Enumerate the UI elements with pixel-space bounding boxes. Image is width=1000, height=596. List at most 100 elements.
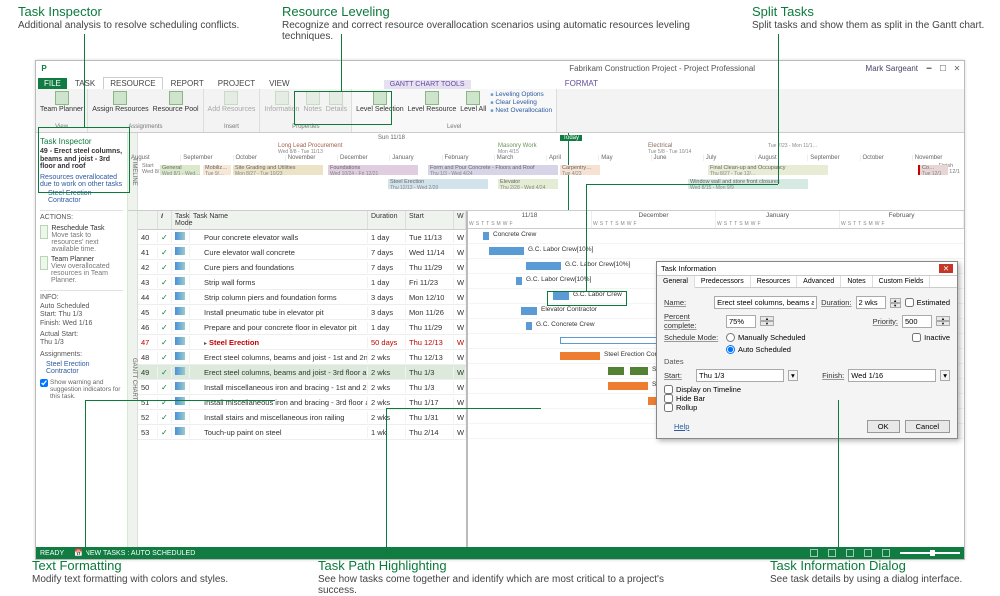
view-calendar-button[interactable] [864, 549, 872, 557]
dialog-tab-general[interactable]: General [657, 276, 695, 288]
level-resource-button[interactable]: Level Resource [408, 91, 457, 114]
col-duration[interactable]: Duration [368, 211, 406, 229]
table-row[interactable]: 41✓Cure elevator wall concrete7 daysWed … [138, 245, 466, 260]
task-grid[interactable]: 𝒊 Task Mode Task Name Duration Start W 4… [138, 211, 468, 547]
dialog-tab-custom-fields[interactable]: Custom Fields [873, 276, 931, 287]
view-network-button[interactable] [846, 549, 854, 557]
duration-input[interactable] [856, 296, 886, 309]
estimated-checkbox[interactable] [905, 298, 914, 307]
tl-foundations[interactable]: FoundationsWed 10/24 - Fri 12/21 [328, 165, 418, 175]
gantt-bar[interactable] [526, 322, 532, 330]
duration-spinner[interactable]: ▲▼ [890, 298, 901, 308]
tl-complete[interactable]: Co…Tue 12/1 [918, 165, 948, 175]
pct-spinner[interactable]: ▲▼ [760, 316, 774, 326]
gantt-bar[interactable] [608, 367, 648, 375]
team-planner-button[interactable]: Team Planner [40, 91, 83, 113]
priority-spinner[interactable]: ▲▼ [936, 316, 950, 326]
rollup-checkbox[interactable] [664, 403, 673, 412]
table-row[interactable]: 42✓Cure piers and foundations7 daysThu 1… [138, 260, 466, 275]
gantt-bar[interactable] [526, 262, 561, 270]
gantt-bar[interactable] [489, 247, 524, 255]
tab-resource[interactable]: RESOURCE [103, 77, 162, 89]
table-row[interactable]: 40✓Pour concrete elevator walls1 dayTue … [138, 230, 466, 245]
finish-dropdown[interactable]: ▾ [940, 370, 950, 381]
close-button[interactable]: ✕ [950, 64, 964, 73]
tab-file[interactable]: FILE [38, 78, 67, 89]
tab-view[interactable]: VIEW [263, 78, 295, 89]
ok-button[interactable]: OK [867, 420, 900, 433]
details-button[interactable]: Details [326, 91, 347, 113]
resource-pool-button[interactable]: Resource Pool [153, 91, 199, 113]
start-dropdown[interactable]: ▾ [788, 370, 798, 381]
finish-input[interactable] [848, 369, 936, 382]
inactive-checkbox[interactable] [912, 333, 921, 342]
col-mode[interactable]: Task Mode [172, 211, 190, 229]
table-row[interactable]: 46✓Prepare and pour concrete floor in el… [138, 320, 466, 335]
tab-format[interactable]: FORMAT [559, 78, 604, 89]
tl-cleanup[interactable]: Final Clean-up and OccupancyThu 8/27 - T… [708, 165, 828, 175]
priority-input[interactable] [902, 315, 932, 328]
col-id[interactable] [138, 211, 158, 229]
information-button[interactable]: Information [264, 91, 299, 113]
next-overallocation-link[interactable]: Next Overallocation [490, 107, 552, 114]
auto-radio[interactable] [726, 345, 735, 354]
assign-resources-button[interactable]: Assign Resources [92, 91, 148, 113]
clear-leveling-link[interactable]: Clear Leveling [490, 99, 552, 106]
gantt-bar[interactable] [608, 382, 648, 390]
table-row[interactable]: 53✓Touch-up paint on steel1 wkThu 2/14W [138, 425, 466, 440]
zoom-slider[interactable] [900, 552, 960, 554]
tab-task[interactable]: TASK [69, 78, 101, 89]
cancel-button[interactable]: Cancel [905, 420, 950, 433]
gantt-bar[interactable] [516, 277, 522, 285]
table-row[interactable]: 48✓Erect steel columns, beams and joist … [138, 350, 466, 365]
help-button[interactable]: Help [664, 420, 699, 433]
manual-radio[interactable] [726, 333, 735, 342]
table-row[interactable]: 44✓Strip column piers and foundation for… [138, 290, 466, 305]
tl-carpentry[interactable]: Carpentry…Tue 4/23 [560, 165, 600, 175]
gantt-row[interactable]: Concrete Crew [468, 229, 964, 244]
minimize-button[interactable]: ━ [922, 64, 936, 73]
col-name[interactable]: Task Name [190, 211, 368, 229]
table-row[interactable]: 47✓Steel Erection50 daysThu 12/13W [138, 335, 466, 350]
gantt-bar[interactable] [553, 292, 569, 300]
tl-general[interactable]: GeneralWed 8/1 - Wed… [160, 165, 200, 175]
pct-input[interactable] [726, 315, 756, 328]
level-selection-button[interactable]: Level Selection [356, 91, 403, 114]
gantt-bar[interactable] [560, 352, 600, 360]
dialog-titlebar[interactable]: Task Information ✕ [657, 262, 957, 276]
view-usage-button[interactable] [828, 549, 836, 557]
level-all-button[interactable]: Level All [460, 91, 486, 114]
tl-site[interactable]: Site Grading and UtilitiesMon 8/27 - Tue… [233, 165, 323, 175]
dialog-tab-resources[interactable]: Resources [751, 276, 797, 287]
gantt-bar[interactable] [521, 307, 537, 315]
col-indicator[interactable]: 𝒊 [158, 211, 172, 229]
tab-project[interactable]: PROJECT [212, 78, 261, 89]
reschedule-action[interactable]: Reschedule TaskMove task to resources' n… [40, 225, 123, 253]
overalloc-link[interactable]: Resources overallocated due to work on o… [40, 174, 123, 188]
timeline-panel[interactable]: TIMELINE Sun 11/18 AugustSeptemberOctobe… [128, 133, 964, 211]
display-timeline-checkbox[interactable] [664, 385, 673, 394]
add-resources-button[interactable]: Add Resources [208, 91, 256, 113]
view-resource-button[interactable] [882, 549, 890, 557]
leveling-options-link[interactable]: Leveling Options [490, 91, 552, 98]
col-start[interactable]: Start [406, 211, 454, 229]
hide-bar-checkbox[interactable] [664, 394, 673, 403]
teamplanner-action[interactable]: Team PlannerView overallocated resources… [40, 256, 123, 284]
table-row[interactable]: 45✓Install pneumatic tube in elevator pi… [138, 305, 466, 320]
dialog-tab-advanced[interactable]: Advanced [797, 276, 841, 287]
table-row[interactable]: 52✓Install stairs and miscellaneous iron… [138, 410, 466, 425]
view-gantt-button[interactable] [810, 549, 818, 557]
gantt-row[interactable]: G.C. Labor Crew[10%] [468, 244, 964, 259]
table-row[interactable]: 49✓Erect steel columns, beams and joist … [138, 365, 466, 380]
dialog-tab-predecessors[interactable]: Predecessors [695, 276, 751, 287]
overalloc-resource-link[interactable]: Steel Erection Contractor [40, 190, 123, 204]
table-row[interactable]: 43✓Strip wall forms1 dayFri 11/23W [138, 275, 466, 290]
tl-formpour[interactable]: Form and Pour Concrete - Floors and Roof… [428, 165, 558, 175]
tl-mobilize[interactable]: Mobiliz…Tue 9/… [203, 165, 231, 175]
start-input[interactable] [696, 369, 784, 382]
show-warnings-checkbox[interactable]: Show warning and suggestion indicators f… [40, 379, 123, 400]
dialog-close-button[interactable]: ✕ [939, 264, 953, 273]
notes-button[interactable]: Notes [303, 91, 321, 113]
table-row[interactable]: 50✓Install miscellaneous iron and bracin… [138, 380, 466, 395]
maximize-button[interactable]: ☐ [936, 64, 950, 73]
